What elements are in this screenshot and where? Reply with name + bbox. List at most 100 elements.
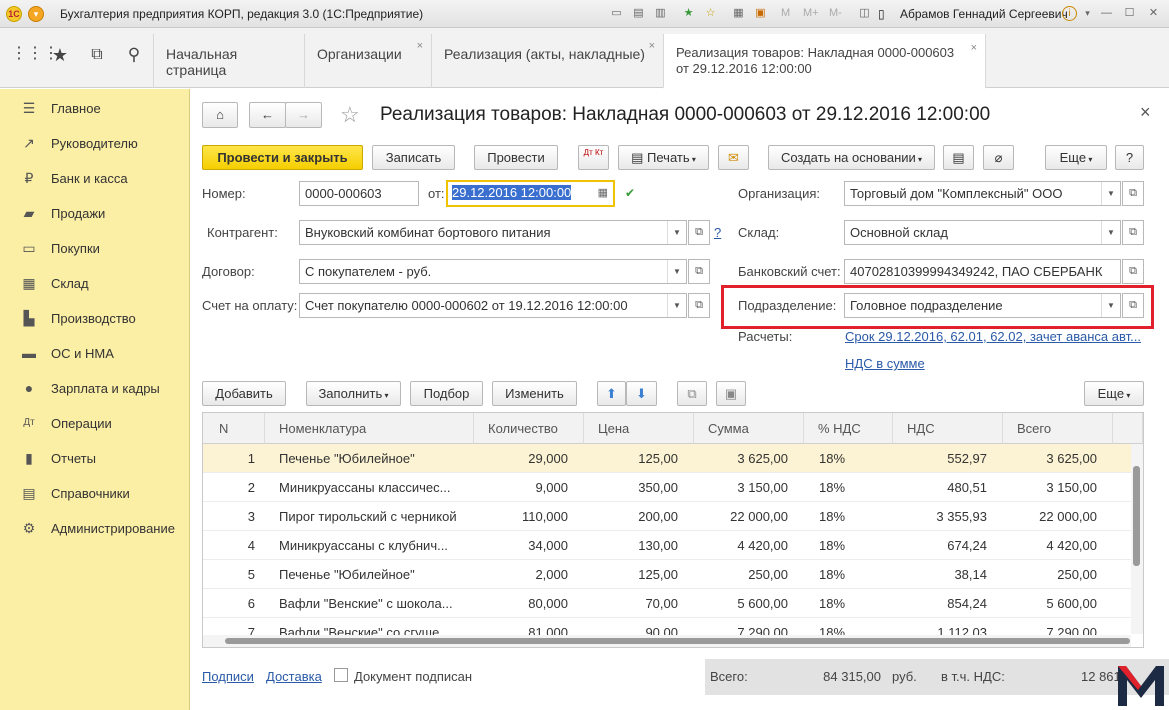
cell-qty[interactable]: 9,000 bbox=[474, 473, 568, 502]
sidebar-item-fixed-assets[interactable]: ▬ ОС и НМА bbox=[0, 338, 190, 368]
move-up-button[interactable]: ⬆ bbox=[597, 381, 626, 406]
column-header-sum[interactable]: Сумма bbox=[694, 413, 804, 444]
current-user[interactable]: Абрамов Геннадий Сергеевич bbox=[900, 7, 1068, 21]
home-button[interactable]: ⌂ bbox=[202, 102, 238, 128]
contract-field[interactable]: С покупателем - руб. ▼ bbox=[299, 259, 687, 284]
cell-vat[interactable]: 38,14 bbox=[893, 560, 987, 589]
cell-n[interactable]: 5 bbox=[203, 560, 255, 589]
memory-minus-button[interactable]: M- bbox=[829, 6, 842, 21]
monitor-icon[interactable]: ▭ bbox=[609, 6, 624, 21]
close-form-icon[interactable]: × bbox=[1140, 102, 1151, 123]
cell-item[interactable]: Печенье "Юбилейное" bbox=[279, 560, 469, 589]
cell-vat-rate[interactable]: 18% bbox=[819, 444, 879, 473]
vat-link[interactable]: НДС в сумме bbox=[845, 356, 925, 371]
column-header-n[interactable]: N bbox=[203, 413, 265, 444]
cell-qty[interactable]: 110,000 bbox=[474, 502, 568, 531]
open-contractor-icon[interactable]: ⧉ bbox=[688, 220, 710, 245]
column-header-vat[interactable]: НДС bbox=[893, 413, 1003, 444]
info-menu-icon[interactable]: ▾ bbox=[1080, 6, 1095, 21]
tab-home[interactable]: Начальная страница bbox=[153, 34, 305, 88]
cell-n[interactable]: 6 bbox=[203, 589, 255, 618]
chevron-down-icon[interactable]: ▼ bbox=[667, 260, 686, 283]
change-button[interactable]: Изменить bbox=[492, 381, 577, 406]
cell-item[interactable]: Печенье "Юбилейное" bbox=[279, 444, 469, 473]
dt-kt-button[interactable]: Дт Кт bbox=[578, 145, 609, 170]
cell-sum[interactable]: 22 000,00 bbox=[694, 502, 788, 531]
cell-n[interactable]: 3 bbox=[203, 502, 255, 531]
post-button[interactable]: Провести bbox=[474, 145, 558, 170]
printer-2-icon[interactable]: ▥ bbox=[653, 6, 668, 21]
table-row[interactable]: 1 Печенье "Юбилейное" 29,000 125,00 3 625,00… bbox=[203, 444, 1131, 473]
favorite-star-icon[interactable]: ☆ bbox=[340, 102, 360, 128]
sidebar-item-sales[interactable]: ▰ Продажи bbox=[0, 198, 190, 228]
forward-button[interactable]: → bbox=[285, 102, 322, 128]
back-button[interactable]: ← bbox=[249, 102, 286, 128]
star-icon[interactable]: ☆ bbox=[703, 6, 718, 21]
cell-qty[interactable]: 2,000 bbox=[474, 560, 568, 589]
copy-icon[interactable]: ◫ bbox=[857, 6, 872, 21]
cell-vat-rate[interactable]: 18% bbox=[819, 589, 879, 618]
signatures-link[interactable]: Подписи bbox=[202, 669, 254, 684]
table-row[interactable]: 4 Миникруассаны с клубнич... 34,000 130,00 4… bbox=[203, 531, 1131, 560]
tab-close-icon[interactable]: × bbox=[417, 40, 423, 52]
cell-total[interactable]: 250,00 bbox=[1003, 560, 1097, 589]
table-row[interactable]: 2 Миникруассаны классичес... 9,000 350,00 3 … bbox=[203, 473, 1131, 502]
open-organization-icon[interactable]: ⧉ bbox=[1122, 181, 1144, 206]
cell-sum[interactable]: 3 625,00 bbox=[694, 444, 788, 473]
cell-vat-rate[interactable]: 18% bbox=[819, 560, 879, 589]
memory-plus-button[interactable]: M+ bbox=[803, 6, 819, 21]
document-button[interactable]: ▤ bbox=[943, 145, 974, 170]
cell-price[interactable]: 125,00 bbox=[584, 444, 678, 473]
cell-vat[interactable]: 3 355,93 bbox=[893, 502, 987, 531]
cell-item[interactable]: Миникруассаны с клубнич... bbox=[279, 531, 469, 560]
chevron-down-icon[interactable]: ▼ bbox=[667, 221, 686, 244]
open-contract-icon[interactable]: ⧉ bbox=[688, 259, 710, 284]
sidebar-item-main[interactable]: ☰ Главное bbox=[0, 93, 190, 123]
sidebar-item-catalogs[interactable]: ▤ Справочники bbox=[0, 478, 190, 508]
close-window-button[interactable]: ✕ bbox=[1146, 6, 1161, 21]
open-division-icon[interactable]: ⧉ bbox=[1122, 293, 1144, 318]
cell-item[interactable]: Миникруассаны классичес... bbox=[279, 473, 469, 502]
create-based-on-button[interactable]: Создать на основании ▾ bbox=[768, 145, 935, 170]
open-bank-account-icon[interactable]: ⧉ bbox=[1122, 259, 1144, 284]
organization-field[interactable]: Торговый дом "Комплексный" ООО ▼ bbox=[844, 181, 1121, 206]
bookmark-icon[interactable]: ★ bbox=[681, 6, 696, 21]
printer-icon[interactable]: ▤ bbox=[631, 6, 646, 21]
more-button[interactable]: Еще ▾ bbox=[1045, 145, 1107, 170]
memory-m-button[interactable]: M bbox=[781, 6, 790, 21]
cell-total[interactable]: 3 150,00 bbox=[1003, 473, 1097, 502]
attach-button[interactable]: ⌀ bbox=[983, 145, 1014, 170]
cell-price[interactable]: 200,00 bbox=[584, 502, 678, 531]
cell-price[interactable]: 350,00 bbox=[584, 473, 678, 502]
date-field[interactable]: 29.12.2016 12:00:00 ▦ bbox=[446, 180, 615, 207]
contractor-help-link[interactable]: ? bbox=[714, 225, 721, 240]
help-button[interactable]: ? bbox=[1115, 145, 1144, 170]
cell-vat[interactable]: 854,24 bbox=[893, 589, 987, 618]
warehouse-field[interactable]: Основной склад ▼ bbox=[844, 220, 1121, 245]
sidebar-item-bank[interactable]: ₽ Банк и касса bbox=[0, 163, 190, 193]
email-button[interactable]: ✉ bbox=[718, 145, 749, 170]
move-down-button[interactable]: ⬇ bbox=[626, 381, 657, 406]
number-field[interactable]: 0000-000603 bbox=[299, 181, 419, 206]
favorites-star-icon[interactable]: ★ bbox=[49, 44, 71, 66]
chevron-down-icon[interactable]: ▼ bbox=[1101, 294, 1120, 317]
sidebar-item-reports[interactable]: ▮ Отчеты bbox=[0, 443, 190, 473]
contractor-field[interactable]: Внуковский комбинат бортового питания ▼ bbox=[299, 220, 687, 245]
cell-price[interactable]: 70,00 bbox=[584, 589, 678, 618]
cell-vat[interactable]: 674,24 bbox=[893, 531, 987, 560]
minimize-button[interactable]: — bbox=[1099, 6, 1114, 21]
info-icon[interactable]: i bbox=[1062, 6, 1077, 21]
sidebar-item-operations[interactable]: Дт Операции bbox=[0, 408, 190, 438]
tab-sales-document[interactable]: Реализация товаров: Накладная 0000-00060… bbox=[663, 34, 986, 89]
sidebar-item-manager[interactable]: ↗ Руководителю bbox=[0, 128, 190, 158]
history-icon[interactable]: ⧉ bbox=[86, 44, 108, 66]
vertical-scroll-thumb[interactable] bbox=[1133, 466, 1140, 566]
horizontal-scroll-thumb[interactable] bbox=[225, 638, 1130, 644]
tab-close-icon[interactable]: × bbox=[649, 40, 655, 52]
sidebar-item-admin[interactable]: ⚙ Администрирование bbox=[0, 513, 190, 543]
cell-vat-rate[interactable]: 18% bbox=[819, 531, 879, 560]
delivery-link[interactable]: Доставка bbox=[266, 669, 322, 684]
calculator-icon[interactable]: ▦ bbox=[731, 6, 746, 21]
table-row[interactable]: 5 Печенье "Юбилейное" 2,000 125,00 250,00 18%… bbox=[203, 560, 1131, 589]
cell-total[interactable]: 22 000,00 bbox=[1003, 502, 1097, 531]
